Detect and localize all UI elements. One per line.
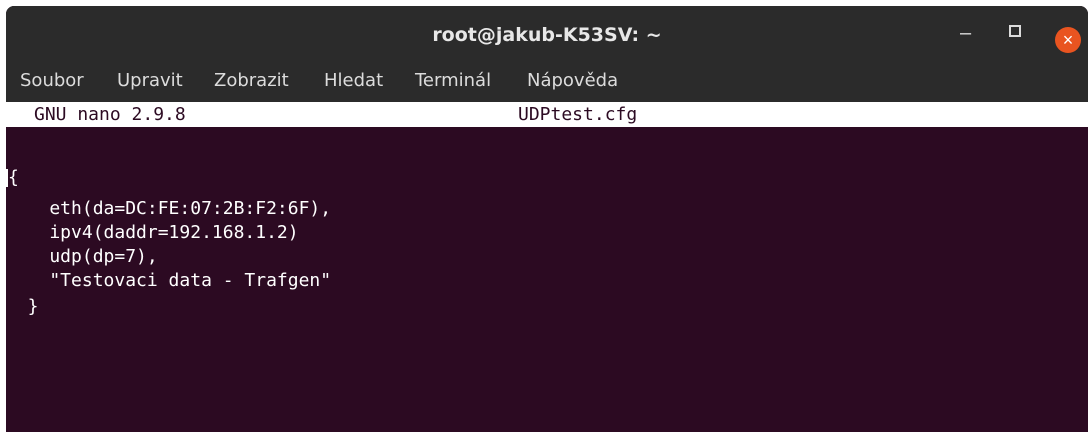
buffer-line: } bbox=[6, 296, 39, 317]
buffer-line: eth(da=DC:FE:07:2B:F2:6F), bbox=[6, 198, 332, 219]
close-button[interactable]: × bbox=[1055, 27, 1081, 53]
menu-napoveda[interactable]: Nápověda bbox=[527, 70, 618, 91]
menu-terminal[interactable]: Terminál bbox=[415, 70, 491, 91]
nano-header: GNU nano 2.9.8 UDPtest.cfg bbox=[6, 102, 1088, 127]
nano-version: GNU nano 2.9.8 bbox=[34, 104, 186, 125]
menu-hledat[interactable]: Hledat bbox=[324, 70, 383, 91]
buffer-line: udp(dp=7), bbox=[6, 246, 158, 267]
minimize-button[interactable]: – bbox=[960, 23, 971, 43]
terminal-area[interactable]: GNU nano 2.9.8 UDPtest.cfg { eth(da=DC:F… bbox=[6, 102, 1088, 432]
buffer-line: "Testovaci data - Trafgen" bbox=[6, 270, 332, 291]
nano-filename: UDPtest.cfg bbox=[518, 104, 638, 125]
menu-upravit[interactable]: Upravit bbox=[117, 70, 183, 91]
maximize-button[interactable] bbox=[1009, 25, 1021, 37]
buffer-line: ipv4(daddr=192.168.1.2) bbox=[6, 222, 299, 243]
title-bar[interactable]: root@jakub-K53SV: ~ – × bbox=[6, 6, 1088, 68]
menu-zobrazit[interactable]: Zobrazit bbox=[214, 70, 289, 91]
menu-bar: Soubor Upravit Zobrazit Hledat Terminál … bbox=[6, 68, 1088, 102]
window-title: root@jakub-K53SV: ~ bbox=[432, 24, 662, 46]
menu-soubor[interactable]: Soubor bbox=[20, 70, 84, 91]
terminal-window: root@jakub-K53SV: ~ – × Soubor Upravit Z… bbox=[6, 6, 1088, 432]
buffer-line: { bbox=[8, 167, 19, 188]
